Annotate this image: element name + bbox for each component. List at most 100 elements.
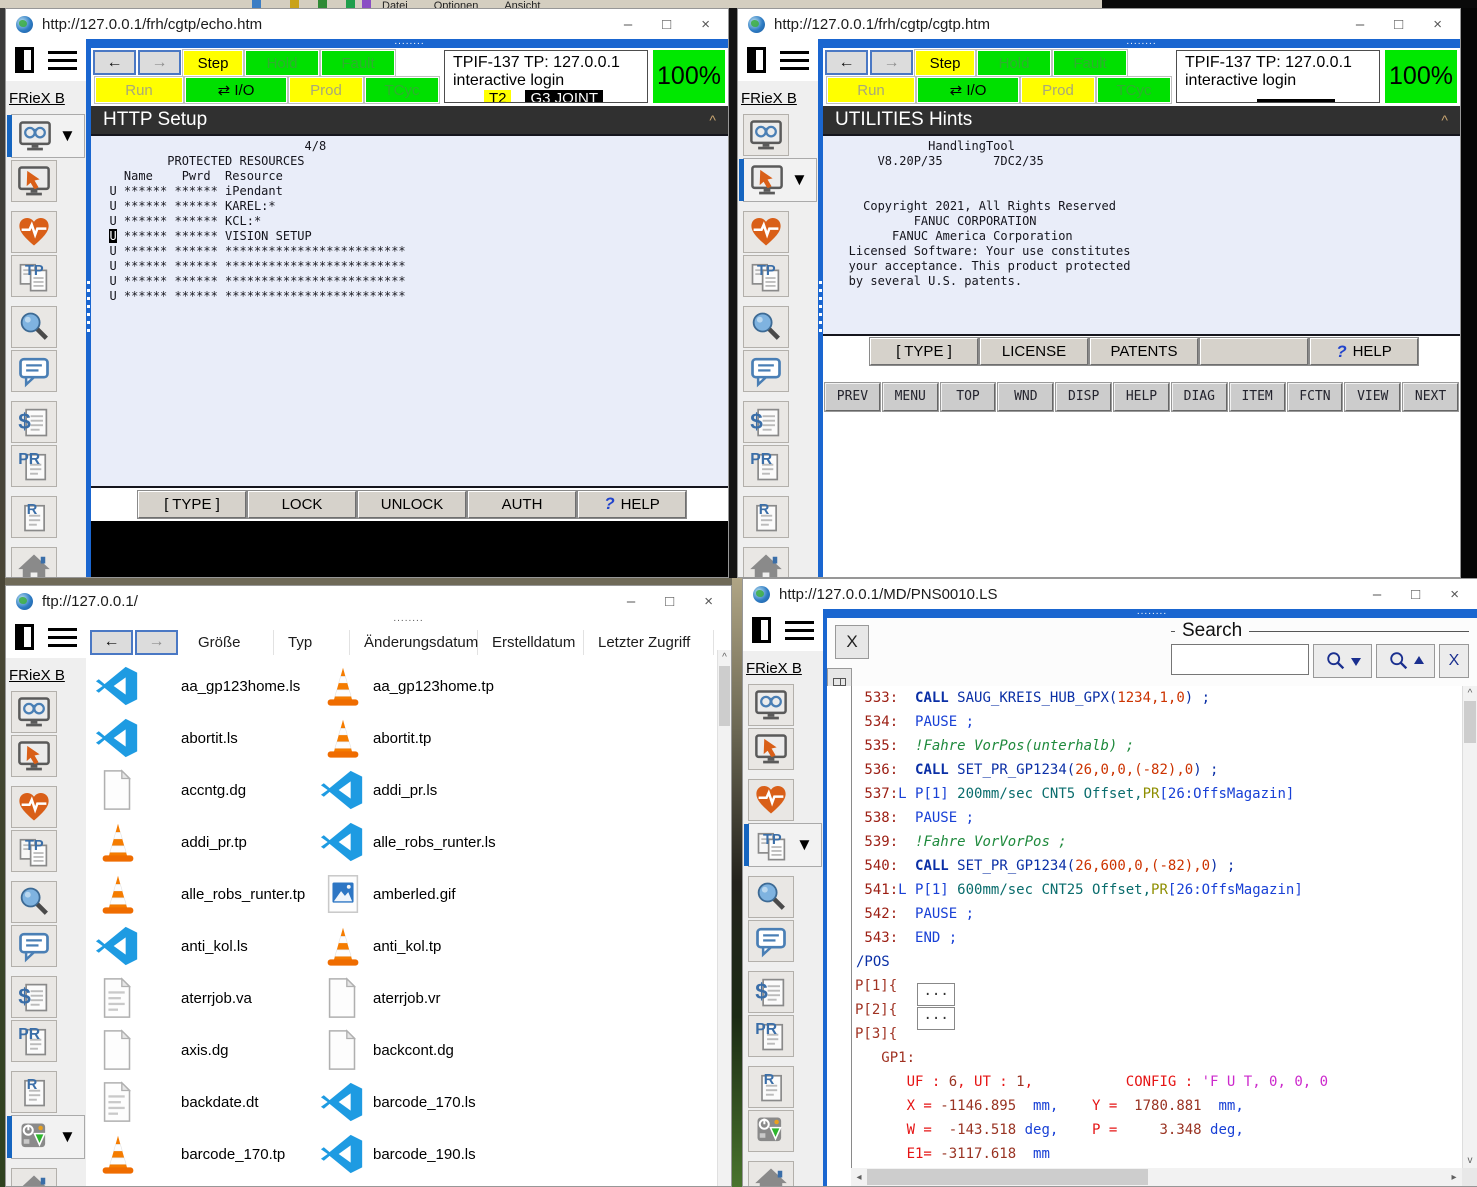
sidebar-item-heart-pulse[interactable] bbox=[11, 211, 86, 253]
sidebar-button-screen-glasses[interactable] bbox=[743, 114, 789, 156]
collapsed-block[interactable]: ... bbox=[917, 1007, 955, 1030]
sidebar-item-dollar-doc[interactable] bbox=[743, 401, 818, 443]
bg-menu-item-ansicht[interactable]: Ansicht bbox=[504, 0, 540, 8]
titlebar[interactable]: ftp://127.0.0.1/ – □ × bbox=[6, 586, 731, 616]
sidebar-button-pr-doc[interactable] bbox=[748, 1015, 794, 1057]
scroll-left-icon[interactable]: ◂ bbox=[851, 1168, 867, 1186]
clear-search-button[interactable]: X bbox=[1439, 644, 1469, 678]
sidebar-item-r-doc[interactable] bbox=[748, 1066, 823, 1108]
hardkey-fctn[interactable]: FCTN bbox=[1288, 383, 1343, 411]
softkey-patents[interactable]: PATENTS bbox=[1090, 338, 1198, 365]
softkey-type[interactable]: [ TYPE ] bbox=[870, 338, 978, 365]
forward-button[interactable]: → bbox=[135, 630, 178, 655]
sidebar-item-screen-glasses[interactable] bbox=[748, 684, 823, 726]
sidebar-button-home[interactable] bbox=[748, 1161, 794, 1186]
file-item[interactable]: alle_robs_runter.ls bbox=[315, 816, 717, 868]
sidebar-button-pr-doc[interactable] bbox=[11, 1020, 57, 1062]
sidebar-button-heart-pulse[interactable] bbox=[11, 786, 57, 828]
sidebar-item-dollar-doc[interactable] bbox=[748, 971, 823, 1013]
sidebar-button-dollar-doc[interactable] bbox=[748, 971, 794, 1013]
file-item[interactable]: barcode_170.ls bbox=[315, 1076, 717, 1128]
titlebar[interactable]: http://127.0.0.1/MD/PNS0010.LS – □ × bbox=[743, 579, 1477, 609]
contrast-icon[interactable] bbox=[747, 47, 766, 73]
sidebar-button-heart-pulse[interactable] bbox=[11, 211, 57, 253]
drag-handle[interactable]: ........ bbox=[86, 616, 731, 625]
dropdown-triangle-icon[interactable]: ▼ bbox=[791, 170, 808, 190]
forward-button[interactable]: → bbox=[138, 50, 181, 75]
sidebar-item-pr-doc[interactable] bbox=[743, 445, 818, 487]
vertical-scrollbar[interactable]: ^ bbox=[717, 650, 731, 1186]
column-header-modified[interactable]: Änderungsdatum bbox=[350, 630, 478, 655]
vertical-drag-handle[interactable] bbox=[87, 281, 90, 333]
sidebar-button-screen-hand[interactable] bbox=[744, 159, 790, 201]
hamburger-menu-icon[interactable] bbox=[48, 51, 77, 70]
sidebar-button-tp-docs[interactable] bbox=[11, 255, 57, 297]
dropdown-triangle-icon[interactable]: ▼ bbox=[59, 126, 76, 146]
file-item[interactable]: abortit.ls bbox=[90, 712, 315, 764]
file-item[interactable]: abortit.tp bbox=[315, 712, 717, 764]
dropdown-triangle-icon[interactable]: ▼ bbox=[59, 1127, 76, 1147]
sidebar-item-screen-glasses[interactable] bbox=[743, 114, 818, 156]
back-button[interactable]: ← bbox=[825, 50, 868, 75]
contrast-icon[interactable] bbox=[15, 624, 34, 650]
softkey-auth[interactable]: AUTH bbox=[468, 491, 576, 518]
hardkey-help[interactable]: HELP bbox=[1114, 383, 1169, 411]
close-button[interactable]: × bbox=[701, 16, 710, 33]
sidebar-button-dollar-doc[interactable] bbox=[11, 976, 57, 1018]
sidebar-button-pr-doc[interactable] bbox=[743, 445, 789, 487]
drag-handle[interactable]: ........ bbox=[823, 39, 1460, 48]
file-item[interactable]: addi_pr.tp bbox=[90, 816, 315, 868]
sidebar-button-comment[interactable] bbox=[11, 925, 57, 967]
sidebar-button-power-status[interactable] bbox=[12, 1116, 58, 1158]
sidebar-item-search[interactable] bbox=[748, 876, 823, 918]
sidebar-item-dollar-doc[interactable] bbox=[11, 976, 86, 1018]
hardkey-prev[interactable]: PREV bbox=[825, 383, 880, 411]
column-header-accessed[interactable]: Letzter Zugriff bbox=[584, 630, 714, 655]
titlebar[interactable]: http://127.0.0.1/frh/cgtp/echo.htm – □ × bbox=[6, 9, 728, 39]
softkey-help[interactable]: ?HELP bbox=[1310, 338, 1418, 365]
scroll-up-icon[interactable]: ^ bbox=[718, 650, 731, 665]
vertical-drag-handle[interactable] bbox=[819, 281, 822, 333]
drag-handle[interactable]: ........ bbox=[827, 609, 1477, 618]
hardkey-diag[interactable]: DIAG bbox=[1172, 383, 1227, 411]
maximize-button[interactable]: □ bbox=[662, 16, 671, 33]
sidebar-item-comment[interactable] bbox=[748, 920, 823, 962]
sidebar-item-home[interactable] bbox=[11, 547, 86, 577]
titlebar[interactable]: http://127.0.0.1/frh/cgtp/cgtp.htm – □ × bbox=[738, 9, 1460, 39]
sidebar-button-r-doc[interactable] bbox=[748, 1066, 794, 1108]
sidebar-button-power-status[interactable] bbox=[748, 1110, 794, 1152]
file-item[interactable]: accntg.dg bbox=[90, 764, 315, 816]
back-button[interactable]: ← bbox=[93, 50, 136, 75]
sidebar-button-screen-glasses[interactable] bbox=[12, 115, 58, 157]
column-header-size[interactable]: Größe bbox=[184, 630, 274, 655]
sidebar-button-search[interactable] bbox=[11, 306, 57, 348]
sidebar-item-heart-pulse[interactable] bbox=[743, 211, 818, 253]
sidebar-button-tp-docs[interactable] bbox=[743, 255, 789, 297]
sidebar-item-dollar-doc[interactable] bbox=[11, 401, 86, 443]
sidebar-button-comment[interactable] bbox=[11, 350, 57, 392]
contrast-icon[interactable] bbox=[752, 617, 771, 643]
close-view-button[interactable]: X bbox=[835, 625, 869, 659]
friex-link[interactable]: FRieX B bbox=[738, 81, 818, 114]
file-item[interactable]: anti_kol.ls bbox=[90, 920, 315, 972]
sidebar-item-screen-glasses[interactable]: ▼ bbox=[11, 114, 85, 158]
friex-link[interactable]: FRieX B bbox=[6, 658, 86, 691]
sidebar-item-heart-pulse[interactable] bbox=[748, 779, 823, 821]
softkey-lock[interactable]: LOCK bbox=[248, 491, 356, 518]
file-item[interactable]: alle_robs_runter.tp bbox=[90, 868, 315, 920]
file-item[interactable]: backdate.dt bbox=[90, 1076, 315, 1128]
maximize-button[interactable]: □ bbox=[1394, 16, 1403, 33]
minimize-button[interactable]: – bbox=[1373, 586, 1381, 603]
hamburger-menu-icon[interactable] bbox=[780, 51, 809, 70]
sidebar-button-r-doc[interactable] bbox=[743, 496, 789, 538]
sidebar-item-tp-docs[interactable] bbox=[11, 255, 86, 297]
sidebar-item-pr-doc[interactable] bbox=[11, 1020, 86, 1062]
file-item[interactable]: aterrjob.vr bbox=[315, 972, 717, 1024]
sidebar-item-comment[interactable] bbox=[11, 350, 86, 392]
file-item[interactable]: addi_pr.ls bbox=[315, 764, 717, 816]
sidebar-button-r-doc[interactable] bbox=[11, 496, 57, 538]
hamburger-menu-icon[interactable] bbox=[785, 621, 814, 640]
sidebar-button-screen-glasses[interactable] bbox=[11, 691, 57, 733]
file-item[interactable]: axis.dg bbox=[90, 1024, 315, 1076]
sidebar-item-tp-docs[interactable] bbox=[743, 255, 818, 297]
